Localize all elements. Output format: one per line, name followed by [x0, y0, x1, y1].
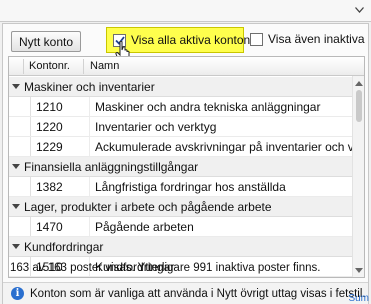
- table-row[interactable]: 1229 Ackumulerade avskrivningar på inven…: [9, 137, 364, 157]
- partial-link-text[interactable]: Sum: [348, 293, 369, 304]
- account-number: 1382: [36, 180, 63, 194]
- table-header: Kontonr. Namn: [9, 57, 364, 76]
- account-name: Inventarier och verktyg: [95, 120, 217, 134]
- group-header[interactable]: Maskiner och inventarier: [9, 77, 352, 97]
- info-bar: i Konton som är vanliga att använda i Ny…: [3, 282, 368, 304]
- info-text: Konton som är vanliga att använda i Nytt…: [30, 287, 366, 300]
- show-active-label[interactable]: Visa alla aktiva konton: [131, 33, 250, 47]
- account-name: Pågående arbeten: [95, 220, 194, 234]
- vertical-scrollbar[interactable]: [352, 76, 364, 277]
- show-inactive-checkbox[interactable]: [250, 32, 263, 46]
- collapse-triangle-icon[interactable]: [12, 163, 24, 171]
- chevron-down-icon[interactable]: [353, 4, 365, 16]
- account-name: Långfristiga fordringar hos anställda: [95, 180, 286, 194]
- account-picker-panel: Nytt konto Visa alla aktiva konton Visa …: [2, 23, 369, 304]
- group-label: Maskiner och inventarier: [24, 79, 155, 94]
- collapse-triangle-icon[interactable]: [12, 243, 24, 251]
- group-label: Lager, produkter i arbete och pågående a…: [24, 199, 272, 214]
- account-number: 1470: [36, 220, 63, 234]
- show-inactive-toggle[interactable]: Visa även inaktiva: [250, 32, 365, 46]
- collapse-triangle-icon[interactable]: [12, 203, 24, 211]
- account-number: 1220: [36, 120, 63, 134]
- scrollbar-thumb[interactable]: [356, 90, 362, 122]
- account-number: 1210: [36, 100, 63, 114]
- account-combobox[interactable]: [0, 0, 371, 22]
- column-header-name[interactable]: Namn: [90, 60, 119, 72]
- column-header-account-number[interactable]: Kontonr.: [29, 60, 70, 72]
- account-name: Maskiner och andra tekniska anläggningar: [95, 100, 321, 114]
- group-header[interactable]: Kundfordringar: [9, 237, 352, 257]
- table-row[interactable]: 1220 Inventarier och verktyg: [9, 117, 352, 137]
- account-number: 1229: [36, 140, 63, 154]
- group-header[interactable]: Lager, produkter i arbete och pågående a…: [9, 197, 352, 217]
- info-icon: i: [11, 287, 24, 300]
- table-body: Maskiner och inventarier 1210 Maskiner o…: [9, 77, 364, 277]
- account-name: Ackumulerade avskrivningar på inventarie…: [95, 140, 365, 154]
- table-row[interactable]: 1382 Långfristiga fordringar hos anställ…: [9, 177, 352, 197]
- table-row[interactable]: 1470 Pågående arbeten: [9, 217, 352, 237]
- table-row[interactable]: 1210 Maskiner och andra tekniska anläggn…: [9, 97, 352, 117]
- new-account-button[interactable]: Nytt konto: [11, 31, 81, 52]
- group-header[interactable]: Finansiella anläggningstillgångar: [9, 157, 352, 177]
- group-label: Kundfordringar: [24, 239, 104, 254]
- show-inactive-label[interactable]: Visa även inaktiva: [268, 32, 365, 46]
- collapse-triangle-icon[interactable]: [12, 83, 24, 91]
- scroll-up-icon[interactable]: [355, 79, 363, 87]
- account-table: Kontonr. Namn Maskiner och inventarier 1…: [8, 56, 365, 278]
- status-text: 163 av 163 poster visas. Ytterligare 991…: [10, 262, 321, 274]
- group-label: Finansiella anläggningstillgångar: [24, 159, 199, 174]
